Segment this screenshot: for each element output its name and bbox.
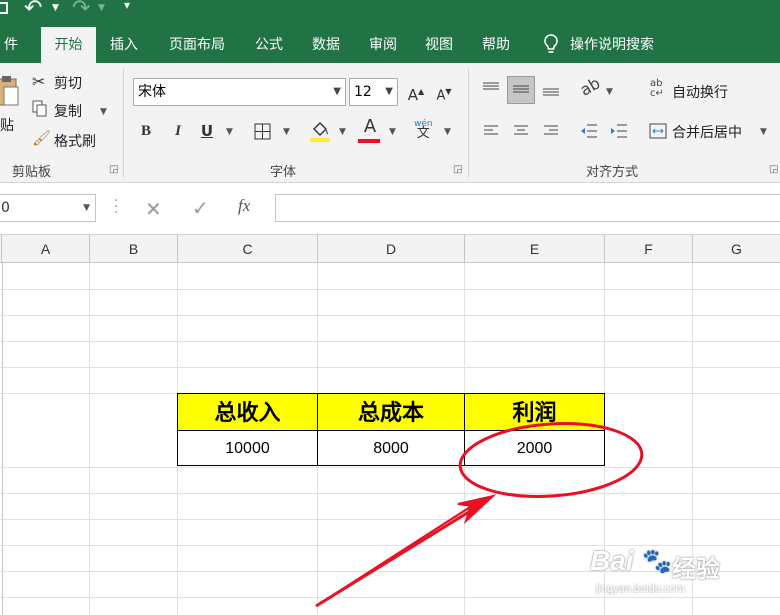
- annotation-arrow-shaft: [315, 500, 486, 608]
- watermark-paw-icon: 🐾: [642, 547, 672, 575]
- baidu-jingyan-watermark: Bai 🐾 经验 jingyan.baidu.com: [590, 545, 760, 605]
- annotation-overlay: [315, 422, 644, 608]
- watermark-suffix: 经验: [672, 555, 720, 583]
- watermark-url: jingyan.baidu.com: [596, 583, 685, 595]
- watermark-brand: Bai: [590, 545, 634, 576]
- annotation-circle: [458, 422, 644, 498]
